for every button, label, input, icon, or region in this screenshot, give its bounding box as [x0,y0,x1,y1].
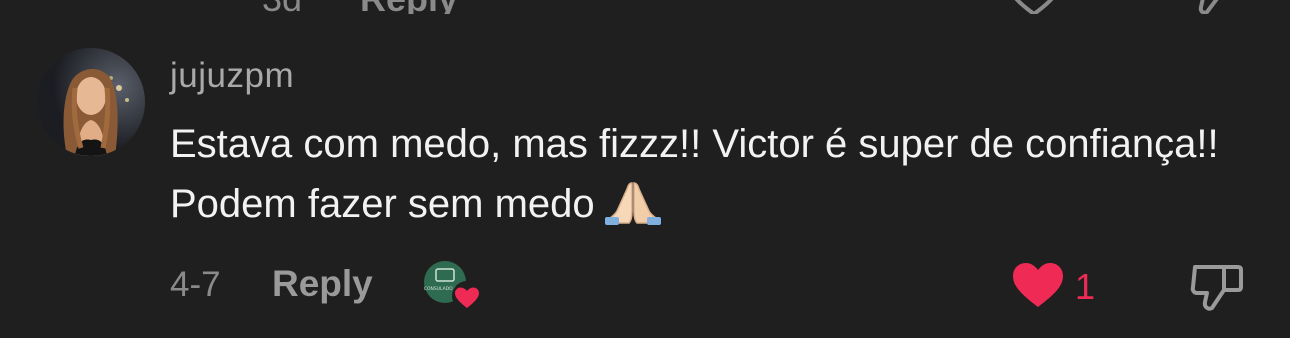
previous-comment-dislike-icon[interactable] [1183,0,1239,14]
folded-hands-emoji-icon [603,181,663,242]
comment-text: Estava com medo, mas fizzz!! Victor é su… [170,114,1250,242]
reply-button[interactable]: Reply [272,263,373,305]
previous-comment-date: 3d [262,0,302,14]
username[interactable]: jujuzpm [170,56,294,96]
previous-comment-reply-button[interactable]: Reply [360,0,458,14]
comment-date: 4-7 [170,265,221,304]
like-heart-icon[interactable] [1012,262,1064,313]
dislike-icon[interactable] [1190,262,1244,317]
avatar[interactable] [37,48,145,156]
comment-body: Estava com medo, mas fizzz!! Victor é su… [170,122,1219,226]
previous-comment-heart-icon[interactable] [1005,0,1063,14]
previous-comment-footer: 3d Reply [0,0,1290,14]
creator-liked-badge: CONSULADO CHAT [423,260,485,316]
like-count: 1 [1075,266,1096,307]
